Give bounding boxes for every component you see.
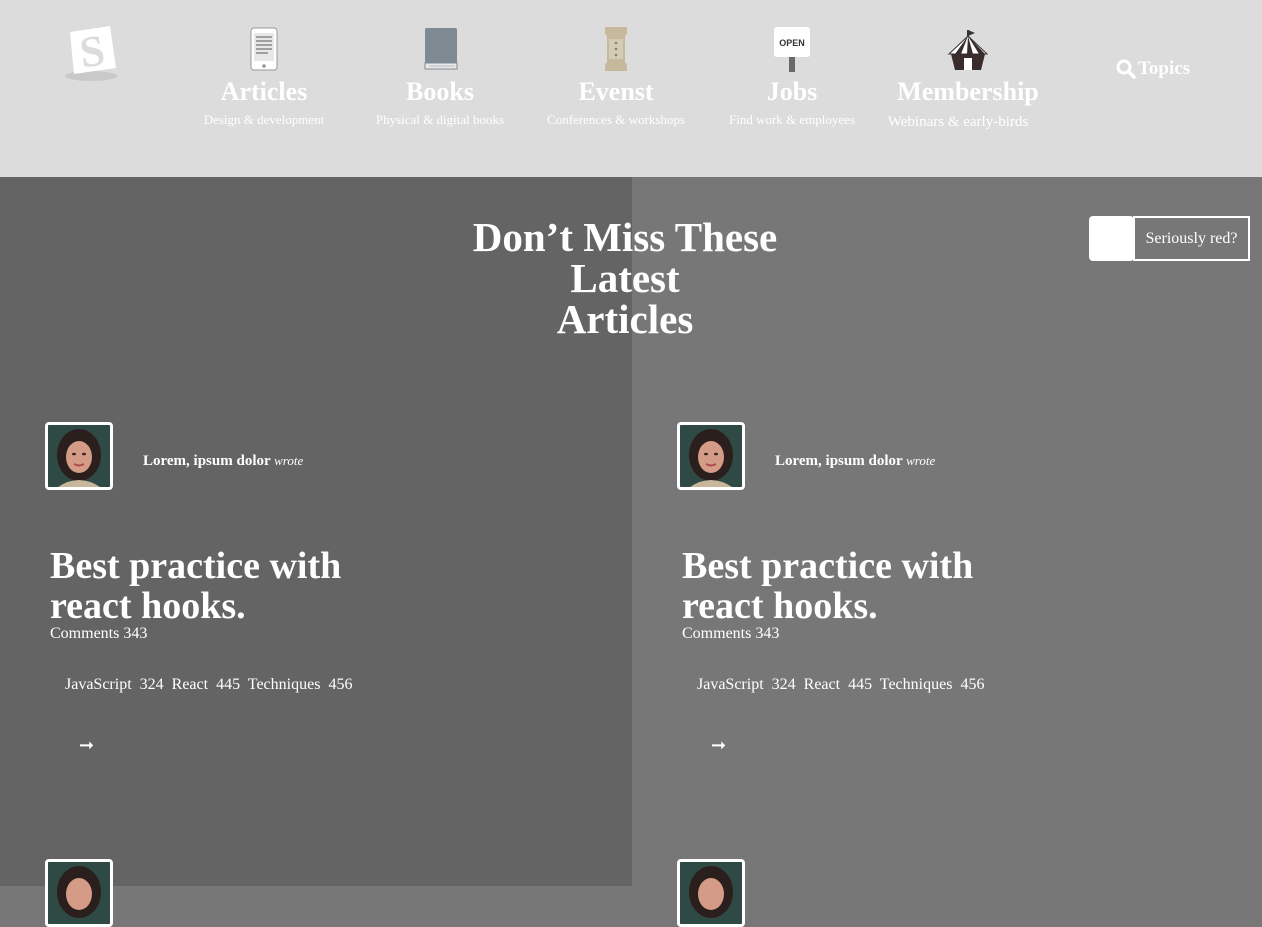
nav-jobs-title: Jobs (766, 77, 818, 106)
author-name[interactable]: Lorem, ipsum dolor (775, 453, 902, 469)
nav-membership-subtitle: Webinars & early-birds (887, 114, 1029, 130)
author-line: Lorem, ipsum dolor wrote (143, 452, 303, 470)
comments-count[interactable]: Comments 343 (682, 625, 779, 643)
author-photo (48, 862, 110, 924)
tablet-icon (250, 27, 278, 71)
tag-count: 324 (139, 676, 164, 693)
search-icon (1116, 59, 1136, 79)
nav-jobs[interactable]: OPEN Jobs Find work & employees (717, 0, 867, 177)
author-verb: wrote (274, 453, 304, 468)
nav-books-title: Books (406, 77, 474, 106)
theme-toggle-label[interactable]: Seriously red? (1133, 216, 1250, 261)
page-headline: Don’t Miss These Latest Articles (440, 217, 810, 340)
ticket-icon (605, 27, 627, 71)
article-title[interactable]: Best practice with react hooks. (50, 546, 390, 626)
nav-books-subtitle: Physical & digital books (375, 112, 505, 127)
read-more-arrow-icon[interactable]: ➞ (79, 736, 94, 754)
tag-list: JavaScript 324 React 445 Techniques 456 (697, 676, 988, 694)
tag-techniques[interactable]: Techniques (880, 676, 953, 693)
tag-count: 445 (216, 676, 241, 693)
site-logo[interactable]: S (62, 24, 120, 96)
avatar[interactable] (45, 859, 113, 927)
nav-articles-title: Articles (220, 77, 308, 106)
avatar[interactable] (677, 859, 745, 927)
author-photo (680, 425, 742, 487)
tent-icon (947, 30, 989, 70)
nav-membership-title: Membership (897, 77, 1039, 106)
tag-javascript[interactable]: JavaScript (697, 676, 764, 693)
open-sign-icon: OPEN (774, 27, 810, 72)
headline-line-3: Articles (556, 296, 694, 342)
author-verb: wrote (906, 453, 936, 468)
article-title-line-2: react hooks. (682, 585, 878, 627)
nav-articles[interactable]: Articles Design & development (189, 0, 339, 177)
author-photo (48, 425, 110, 487)
headline-line-1: Don’t Miss These (472, 214, 778, 260)
nav-jobs-subtitle: Find work & employees (728, 112, 855, 127)
tag-list: JavaScript 324 React 445 Techniques 456 (65, 676, 356, 694)
author-name[interactable]: Lorem, ipsum dolor (143, 453, 270, 469)
read-more-arrow-icon[interactable]: ➞ (711, 736, 726, 754)
site-header: S Articles Design & development Books Ph… (0, 0, 1262, 177)
nav-membership[interactable]: Membership Webinars & early-birds (883, 0, 1053, 177)
book-icon (424, 28, 458, 70)
nav-books[interactable]: Books Physical & digital books (365, 0, 515, 177)
topics-search-link[interactable]: Topics (1116, 58, 1190, 80)
nav-events-title: Evenst (578, 77, 654, 106)
avatar[interactable] (677, 422, 745, 490)
nav-events[interactable]: Evenst Conferences & workshops (541, 0, 691, 177)
article-title[interactable]: Best practice with react hooks. (682, 546, 1022, 626)
author-photo (680, 862, 742, 924)
tag-react[interactable]: React (804, 676, 840, 693)
author-line: Lorem, ipsum dolor wrote (775, 452, 935, 470)
headline-line-2: Latest (570, 255, 680, 301)
tag-count: 445 (848, 676, 873, 693)
tag-javascript[interactable]: JavaScript (65, 676, 132, 693)
nav-events-subtitle: Conferences & workshops (547, 112, 685, 127)
tag-count: 456 (960, 676, 985, 693)
tag-count: 324 (771, 676, 796, 693)
nav-articles-subtitle: Design & development (203, 112, 325, 127)
tag-react[interactable]: React (172, 676, 208, 693)
theme-toggle-checkbox[interactable] (1089, 216, 1134, 261)
open-sign-text: OPEN (779, 38, 805, 48)
article-title-line-1: Best practice with (682, 545, 974, 587)
article-title-line-2: react hooks. (50, 585, 246, 627)
topics-label: Topics (1138, 58, 1191, 79)
article-title-line-1: Best practice with (50, 545, 342, 587)
avatar[interactable] (45, 422, 113, 490)
tag-count: 456 (328, 676, 353, 693)
tag-techniques[interactable]: Techniques (248, 676, 321, 693)
comments-count[interactable]: Comments 343 (50, 625, 147, 643)
